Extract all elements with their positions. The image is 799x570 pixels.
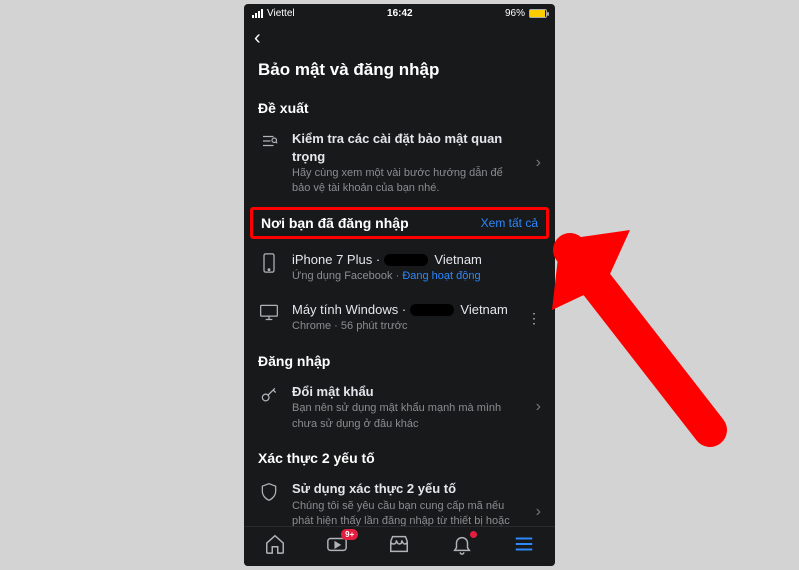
session-status: 56 phút trước [341,320,408,332]
redacted-text [410,304,454,316]
redacted-text [384,254,428,266]
nav-menu[interactable] [513,533,535,560]
back-button[interactable]: ‹ [254,27,261,49]
clock: 16:42 [387,8,413,19]
signal-icon [252,9,263,18]
session-row-iphone[interactable]: iPhone 7 Plus · Vietnam Ứng dụng Faceboo… [244,243,555,293]
carrier-label: Viettel [267,8,295,19]
section-twofa: Xác thực 2 yếu tố [244,440,555,472]
session-app: Ứng dụng Facebook [292,270,393,282]
see-all-link[interactable]: Xem tất cả [481,216,538,230]
phone-frame: Viettel 16:42 96% ‹ Bảo mật và đăng nhập… [244,4,555,566]
change-password-title: Đổi mật khẩu [292,384,374,399]
more-icon[interactable]: ⋮ [527,311,541,325]
session-device: Máy tính Windows [292,302,398,317]
shield-search-icon [258,130,280,150]
security-checkup-title: Kiểm tra các cài đặt bảo mật quan trọng [292,131,502,164]
change-password-sub: Bạn nên sử dụng mật khẩu mạnh mà mình ch… [292,401,524,432]
session-row-windows[interactable]: Máy tính Windows · Vietnam Chrome · 56 p… [244,293,555,343]
desktop-icon [258,301,280,321]
logged-in-title: Nơi bạn đã đăng nhập [261,215,409,231]
section-recommended: Đề xuất [244,90,555,122]
twofa-title: Sử dụng xác thực 2 yếu tố [292,481,456,496]
watch-badge: 9+ [341,529,358,540]
page-title: Bảo mật và đăng nhập [244,54,555,90]
chevron-right-icon: › [536,503,541,521]
security-checkup-row[interactable]: Kiểm tra các cài đặt bảo mật quan trọng … [244,122,555,205]
status-bar: Viettel 16:42 96% [244,4,555,21]
notif-dot [470,531,477,538]
battery-icon [529,9,547,18]
chevron-right-icon: › [536,398,541,416]
security-checkup-sub: Hãy cùng xem một vài bước hướng dẫn để b… [292,166,524,197]
key-icon [258,383,280,405]
session-location: Vietnam [434,252,481,267]
change-password-row[interactable]: Đổi mật khẩu Bạn nên sử dụng mật khẩu mạ… [244,375,555,440]
session-status: Đang hoạt động [402,270,480,282]
bottom-nav: 9+ [244,526,555,566]
nav-notifications[interactable] [451,533,473,560]
session-device: iPhone 7 Plus [292,252,372,267]
session-app: Chrome [292,320,331,332]
chevron-right-icon: › [536,154,541,172]
phone-icon [258,251,280,273]
session-location: Vietnam [460,302,507,317]
nav-watch[interactable]: 9+ [326,533,348,560]
shield-icon [258,480,280,502]
section-logged-in-header[interactable]: Nơi bạn đã đăng nhập Xem tất cả [250,207,549,239]
battery-pct: 96% [505,8,525,19]
section-login: Đăng nhập [244,343,555,375]
annotation-arrow [550,130,770,450]
nav-home[interactable] [264,533,286,560]
nav-marketplace[interactable] [388,533,410,560]
